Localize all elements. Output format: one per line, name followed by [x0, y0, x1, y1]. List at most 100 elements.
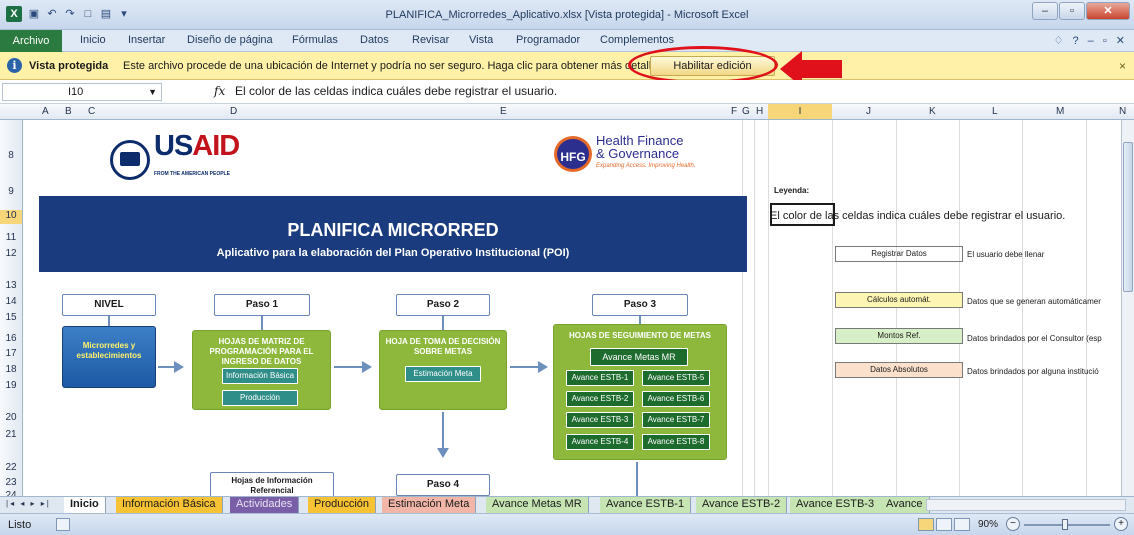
- avance-metas-mr-button[interactable]: Avance Metas MR: [590, 348, 688, 366]
- row-header[interactable]: 14: [0, 296, 22, 307]
- window-controls: – ▫ ✕: [1032, 2, 1130, 20]
- tab-inicio[interactable]: Inicio: [80, 34, 106, 46]
- horizontal-scrollbar[interactable]: [926, 499, 1126, 511]
- sheet-tab-estimacion-meta[interactable]: Estimación Meta: [382, 497, 477, 513]
- column-header[interactable]: N: [1119, 106, 1126, 117]
- row-header[interactable]: 17: [0, 348, 22, 359]
- row-header[interactable]: 16: [0, 333, 22, 344]
- highlight-circle: [628, 46, 778, 84]
- avance-estb-7-button[interactable]: Avance ESTB-7: [642, 412, 710, 428]
- formula-bar: I10 ▼ fx El color de las celdas indica c…: [0, 80, 1134, 104]
- sheet-tab-inicio[interactable]: Inicio: [64, 497, 106, 513]
- sheet-tab-avance-estb-3[interactable]: Avance ESTB-3: [790, 497, 882, 513]
- row-header[interactable]: 18: [0, 364, 22, 375]
- view-buttons: [918, 518, 970, 531]
- macro-record-icon[interactable]: [56, 518, 70, 531]
- produccion-button[interactable]: Producción: [222, 390, 298, 406]
- worksheet[interactable]: USAID FROM THE AMERICAN PEOPLE HFG Healt…: [24, 120, 1121, 496]
- column-header[interactable]: E: [500, 106, 507, 117]
- info-icon: i: [7, 58, 22, 73]
- usaid-tagline: FROM THE AMERICAN PEOPLE: [154, 171, 230, 177]
- sheet-tab-informacion-basica[interactable]: Información Básica: [116, 497, 223, 513]
- avance-estb-8-button[interactable]: Avance ESTB-8: [642, 434, 710, 450]
- row-header[interactable]: 23: [0, 477, 22, 488]
- column-header[interactable]: M: [1056, 106, 1064, 117]
- avance-estb-3-button[interactable]: Avance ESTB-3: [566, 412, 634, 428]
- row-header[interactable]: 12: [0, 248, 22, 259]
- row-header[interactable]: 11: [0, 232, 22, 243]
- column-header[interactable]: B: [65, 106, 72, 117]
- sheet-tab-avance-estb-2[interactable]: Avance ESTB-2: [696, 497, 788, 513]
- zoom-in-icon[interactable]: +: [1114, 517, 1128, 531]
- avance-estb-1-button[interactable]: Avance ESTB-1: [566, 370, 634, 386]
- tab-archivo[interactable]: Archivo: [0, 30, 62, 52]
- paso3-header: Paso 3: [592, 294, 688, 316]
- function-icon[interactable]: fx: [214, 84, 225, 98]
- zoom-level[interactable]: 90%: [978, 519, 998, 530]
- row-header[interactable]: 22: [0, 462, 22, 473]
- column-header[interactable]: G: [742, 106, 750, 117]
- column-header-selected[interactable]: I: [768, 104, 832, 119]
- avance-estb-5-button[interactable]: Avance ESTB-5: [642, 370, 710, 386]
- avance-estb-6-button[interactable]: Avance ESTB-6: [642, 391, 710, 407]
- title-banner: PLANIFICA MICRORRED Aplicativo para la e…: [39, 196, 747, 272]
- zoom-out-icon[interactable]: −: [1006, 517, 1020, 531]
- row-header[interactable]: 15: [0, 312, 22, 323]
- formula-input[interactable]: El color de las celdas indica cuáles deb…: [235, 84, 557, 98]
- tab-complementos[interactable]: Complementos: [600, 34, 674, 46]
- row-header[interactable]: 20: [0, 412, 22, 423]
- tab-nav-icon[interactable]: |◂ ◂ ▸ ▸|: [6, 499, 51, 508]
- column-header[interactable]: L: [992, 106, 998, 117]
- paso4-header: Paso 4: [396, 474, 490, 496]
- tab-datos[interactable]: Datos: [360, 34, 389, 46]
- usaid-word-aid: AID: [192, 130, 240, 162]
- avance-estb-4-button[interactable]: Avance ESTB-4: [566, 434, 634, 450]
- page-layout-icon[interactable]: [936, 518, 952, 531]
- sheet-tab-produccion[interactable]: Producción: [308, 497, 377, 513]
- status-ready: Listo: [8, 519, 32, 531]
- normal-view-icon[interactable]: [918, 518, 934, 531]
- vertical-scrollbar[interactable]: [1121, 120, 1134, 496]
- chevron-down-icon[interactable]: ▼: [148, 84, 157, 100]
- sheet-tab-actividades[interactable]: Actividades: [230, 497, 300, 513]
- tab-formulas[interactable]: Fórmulas: [292, 34, 338, 46]
- avance-estb-2-button[interactable]: Avance ESTB-2: [566, 391, 634, 407]
- tab-diseno-pagina[interactable]: Diseño de página: [187, 34, 273, 46]
- sheet-tab-avance-estb-1[interactable]: Avance ESTB-1: [600, 497, 692, 513]
- close-icon[interactable]: ✕: [1086, 2, 1130, 20]
- protected-view-message[interactable]: Este archivo procede de una ubicación de…: [123, 60, 666, 72]
- column-header[interactable]: D: [230, 106, 237, 117]
- help-icon[interactable]: ♢ ? – ▫ ✕: [1054, 34, 1128, 47]
- column-header[interactable]: C: [88, 106, 95, 117]
- column-header[interactable]: F: [731, 106, 737, 117]
- row-header[interactable]: 8: [0, 150, 22, 161]
- minimize-icon[interactable]: –: [1032, 2, 1058, 20]
- close-bar-icon[interactable]: ×: [1119, 59, 1126, 73]
- tab-vista[interactable]: Vista: [469, 34, 493, 46]
- tab-revisar[interactable]: Revisar: [412, 34, 449, 46]
- informacion-basica-button[interactable]: Información Básica: [222, 368, 298, 384]
- hfg-tagline: Expanding Access. Improving Health.: [596, 163, 696, 169]
- page-break-icon[interactable]: [954, 518, 970, 531]
- row-header[interactable]: 13: [0, 280, 22, 291]
- column-header[interactable]: J: [866, 106, 871, 117]
- row-header-selected[interactable]: 10: [0, 210, 22, 224]
- paso1-header: Paso 1: [214, 294, 310, 316]
- nivel-box[interactable]: Microrredes y establecimientos: [62, 326, 156, 388]
- column-header[interactable]: A: [42, 106, 49, 117]
- column-header[interactable]: K: [929, 106, 936, 117]
- row-header[interactable]: 21: [0, 429, 22, 440]
- estimacion-meta-button[interactable]: Estimación Meta: [405, 366, 481, 382]
- sheet-tab-avance-metas-mr[interactable]: Avance Metas MR: [486, 497, 589, 513]
- tab-programador[interactable]: Programador: [516, 34, 580, 46]
- zoom-slider-knob[interactable]: [1062, 519, 1068, 530]
- maximize-icon[interactable]: ▫: [1059, 2, 1085, 20]
- row-header[interactable]: 9: [0, 186, 22, 197]
- row-header[interactable]: 19: [0, 380, 22, 391]
- sheet-tab-avance[interactable]: Avance: [880, 497, 930, 513]
- name-box[interactable]: I10 ▼: [2, 83, 162, 101]
- column-header[interactable]: H: [756, 106, 763, 117]
- legend-montos-desc: Datos brindados por el Consultor (esp: [967, 334, 1102, 343]
- tab-insertar[interactable]: Insertar: [128, 34, 165, 46]
- window-title: PLANIFICA_Microrredes_Aplicativo.xlsx [V…: [385, 9, 749, 21]
